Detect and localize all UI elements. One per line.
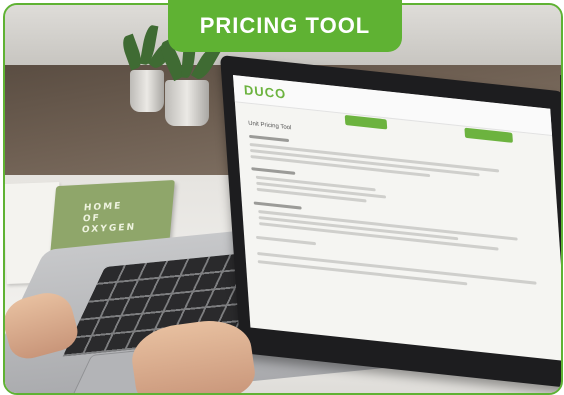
text-line: [253, 201, 302, 210]
duco-logo: DUCO: [243, 82, 287, 102]
text-line: [257, 251, 537, 285]
text-line: [249, 134, 290, 143]
text-line: [255, 235, 317, 246]
photo-frame: HOME OF OXYGEN DUCO Unit Pricing Tool: [3, 3, 563, 395]
laptop-screen: DUCO Unit Pricing Tool: [233, 75, 561, 362]
text-line: [251, 167, 296, 175]
screen-title: Unit Pricing Tool: [248, 120, 292, 132]
pricing-tool-banner: PRICING TOOL: [168, 0, 402, 52]
booklet-text: HOME OF OXYGEN: [81, 201, 137, 236]
banner-label: PRICING TOOL: [199, 13, 371, 38]
text-line: [259, 222, 499, 251]
